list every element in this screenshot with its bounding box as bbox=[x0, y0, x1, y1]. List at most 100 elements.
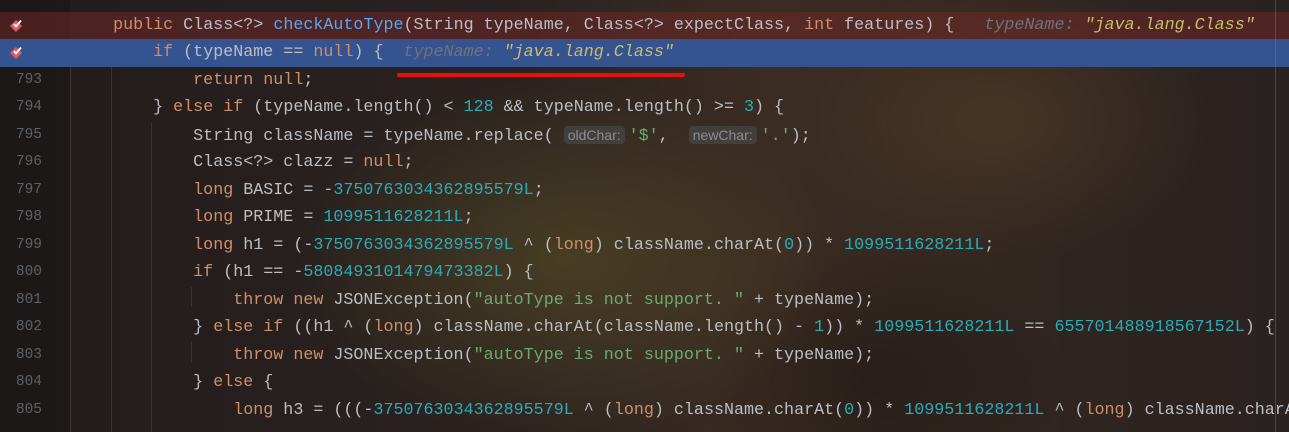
code-text: Class<?> bbox=[173, 15, 274, 35]
code-text: (typeName == bbox=[173, 43, 314, 62]
number-literal: 3750763034362895579L bbox=[313, 235, 514, 255]
code-text: PRIME = bbox=[233, 208, 324, 227]
code-line[interactable]: 790 bbox=[0, 0, 1289, 12]
code-text: ) { bbox=[353, 43, 384, 62]
code-text: ) className.charAt( bbox=[653, 400, 845, 420]
line-content: if (typeName == null) { typeName: "java.… bbox=[73, 39, 674, 67]
line-number[interactable]: 801 bbox=[0, 287, 42, 315]
keyword: null bbox=[363, 153, 404, 172]
keyword: null bbox=[263, 70, 304, 90]
string-literal: '.' bbox=[760, 126, 791, 146]
line-content: throw new JSONException("autoType is not… bbox=[73, 342, 874, 370]
number-literal: 1099511628211L bbox=[844, 235, 985, 255]
code-text: { bbox=[253, 373, 274, 392]
code-line[interactable]: 803 throw new JSONException("autoType is… bbox=[0, 342, 1289, 370]
code-text: JSONException( bbox=[323, 345, 474, 365]
keyword: if bbox=[153, 43, 174, 62]
code-line[interactable]: 796 Class<?> clazz = null; bbox=[0, 149, 1289, 177]
code-text: ; bbox=[533, 180, 544, 200]
line-number[interactable]: 804 bbox=[0, 369, 42, 397]
keyword: else if bbox=[213, 318, 284, 337]
keyword: long bbox=[373, 318, 414, 337]
keyword: null bbox=[313, 43, 354, 62]
code-text: features) { bbox=[834, 15, 955, 35]
code-text: ((h1 ^ ( bbox=[283, 318, 374, 337]
number-literal: 0 bbox=[844, 400, 855, 420]
code-text: ) className.charAt( bbox=[593, 235, 785, 255]
keyword: long bbox=[233, 400, 274, 420]
line-number[interactable]: 800 bbox=[0, 259, 42, 287]
keyword: if bbox=[193, 263, 214, 282]
line-number[interactable]: 794 bbox=[0, 94, 42, 122]
keyword: else bbox=[213, 373, 254, 392]
code-line[interactable]: 792 if (typeName == null) { typeName: "j… bbox=[0, 39, 1289, 67]
code-line[interactable]: 801 throw new JSONException("autoType is… bbox=[0, 287, 1289, 315]
string-literal: '$' bbox=[628, 126, 659, 146]
debug-value-label: typeName: bbox=[383, 43, 504, 62]
line-content: long h1 = (-3750763034362895579L ^ (long… bbox=[73, 232, 994, 260]
code-text: )) * bbox=[854, 400, 905, 420]
code-text: ; bbox=[403, 153, 414, 172]
code-text: ^ ( bbox=[1044, 400, 1085, 420]
code-text: ) className.charAt(className.length() - bbox=[413, 318, 815, 337]
number-literal: 5808493101479473382L bbox=[303, 263, 504, 282]
line-number[interactable]: 795 bbox=[0, 122, 42, 150]
number-literal: 0 bbox=[784, 235, 795, 255]
number-literal: 1 bbox=[814, 318, 825, 337]
number-literal: 1099511628211L bbox=[323, 208, 464, 227]
number-literal: 128 bbox=[463, 98, 494, 117]
line-number[interactable]: 797 bbox=[0, 177, 42, 205]
code-text: (typeName.length() < bbox=[243, 98, 464, 117]
code-line[interactable]: 797 long BASIC = -3750763034362895579L; bbox=[0, 177, 1289, 205]
breakpoint-checked-icon[interactable] bbox=[8, 18, 24, 34]
code-text: , bbox=[658, 126, 689, 146]
code-text: (h1 == - bbox=[213, 263, 304, 282]
number-literal: 1099511628211L bbox=[904, 400, 1045, 420]
line-number[interactable]: 793 bbox=[0, 67, 42, 95]
line-content: return null; bbox=[73, 67, 313, 95]
number-literal: 3 bbox=[743, 98, 754, 117]
code-line[interactable]: 799 long h1 = (-3750763034362895579L ^ (… bbox=[0, 232, 1289, 260]
breakpoint-checked-icon[interactable] bbox=[8, 45, 24, 61]
line-number[interactable]: 805 bbox=[0, 397, 42, 425]
code-text: JSONException( bbox=[323, 290, 474, 310]
code-line[interactable]: 805 long h3 = (((-3750763034362895579L ^… bbox=[0, 397, 1289, 425]
code-editor[interactable]: 790791 public Class<?> checkAutoType(Str… bbox=[0, 0, 1289, 424]
code-line[interactable]: 798 long PRIME = 1099511628211L; bbox=[0, 204, 1289, 232]
line-number[interactable]: 803 bbox=[0, 342, 42, 370]
code-line[interactable]: 794 } else if (typeName.length() < 128 &… bbox=[0, 94, 1289, 122]
code-text: h1 = (- bbox=[233, 235, 314, 255]
code-text: ; bbox=[303, 70, 314, 90]
code-text: } bbox=[73, 98, 174, 117]
number-literal: 1099511628211L bbox=[874, 318, 1015, 337]
code-line[interactable]: 795 String className = typeName.replace(… bbox=[0, 122, 1289, 150]
code-text: ^ ( bbox=[513, 235, 554, 255]
code-line[interactable]: 802 } else if ((h1 ^ (long) className.ch… bbox=[0, 314, 1289, 342]
code-text: (String typeName, Class<?> expectClass, bbox=[403, 15, 805, 35]
code-line[interactable]: 804 } else { bbox=[0, 369, 1289, 397]
code-text: )) * bbox=[824, 318, 875, 337]
code-line[interactable]: 800 if (h1 == -5808493101479473382L) { bbox=[0, 259, 1289, 287]
line-number[interactable]: 798 bbox=[0, 204, 42, 232]
code-line[interactable]: 791 public Class<?> checkAutoType(String… bbox=[0, 11, 1289, 39]
code-text: ) { bbox=[1244, 318, 1275, 337]
keyword: int bbox=[804, 15, 835, 35]
parameter-hint: newChar: bbox=[688, 125, 757, 144]
line-content: } else { bbox=[73, 369, 273, 397]
string-literal: "autoType is not support. " bbox=[473, 345, 744, 365]
line-number[interactable]: 799 bbox=[0, 232, 42, 260]
line-content: if (h1 == -5808493101479473382L) { bbox=[73, 259, 534, 287]
line-number[interactable]: 790 bbox=[0, 0, 42, 12]
keyword: long bbox=[193, 180, 234, 200]
line-number[interactable]: 802 bbox=[0, 314, 42, 342]
keyword: long bbox=[1084, 400, 1125, 420]
code-line[interactable]: 793 return null; bbox=[0, 67, 1289, 95]
line-number[interactable]: 796 bbox=[0, 149, 42, 177]
